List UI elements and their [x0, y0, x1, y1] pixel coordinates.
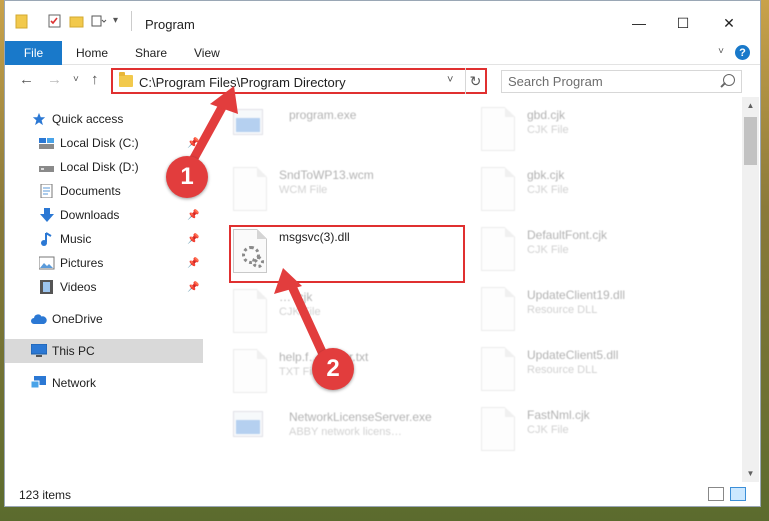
arrow-1: [188, 95, 231, 165]
arrow-2: [285, 277, 327, 357]
callout-2: 2: [312, 348, 354, 390]
callout-1: 1: [166, 156, 208, 198]
annotation-arrows: [188, 86, 327, 357]
